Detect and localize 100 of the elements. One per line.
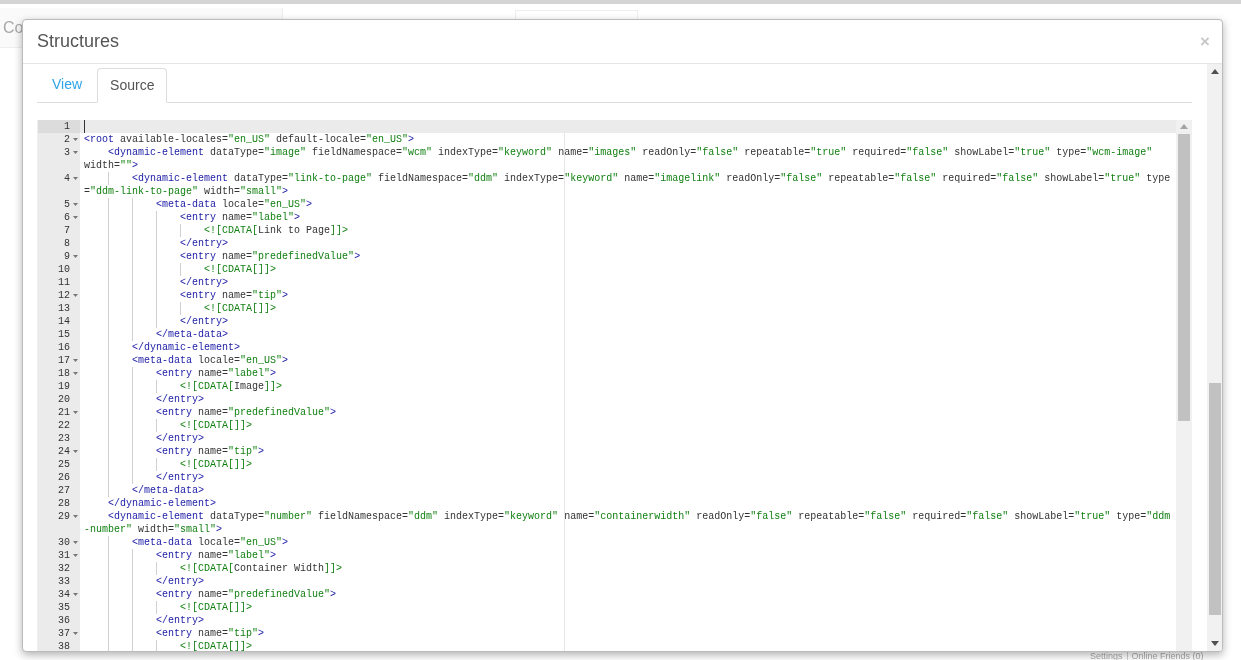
line-number: 9 [64, 250, 70, 263]
line-number: 21 [58, 406, 70, 419]
footer-link[interactable]: Settings [1090, 652, 1123, 660]
line-number: 28 [58, 497, 70, 510]
code-line: <dynamic-element dataType="image" fieldNamespace="wcm" indexType="keyword" name="images" readOnly="false" repeatable="true" required="false" showLabel="true" type="wcm-image" width=""> [83, 146, 1154, 172]
dialog-scrollbar[interactable] [1207, 64, 1222, 651]
code-line: <entry name="label"> [80, 211, 1176, 224]
line-number: 32 [58, 562, 70, 575]
code-line: <![CDATA[]]> [80, 601, 1176, 614]
line-number: 31 [58, 549, 70, 562]
line-number: 13 [58, 302, 70, 315]
code-line: <root available-locales="en_US" default-locale="en_US"> [83, 133, 416, 146]
code-line: <dynamic-element dataType="number" fieldNamespace="ddm" indexType="keyword" name="containerwidth" readOnly="false" repeatable="false" required="false" showLabel="true" type="ddm -number" width="small"> [83, 510, 1172, 536]
code-line: </entry> [80, 276, 1176, 289]
line-number: 24 [58, 445, 70, 458]
code-line: <meta-data locale="en_US"> [80, 536, 1176, 549]
fold-arrow-icon[interactable] [72, 203, 78, 206]
line-number: 11 [58, 276, 70, 289]
line-number: 18 [58, 367, 70, 380]
code-line: <entry name="label"> [80, 549, 1176, 562]
line-number: 5 [64, 198, 70, 211]
line-number: 25 [58, 458, 70, 471]
dialog-title: Structures [37, 30, 120, 53]
line-number: 4 [64, 172, 70, 185]
code-line: <entry name="tip"> [80, 627, 1176, 640]
scroll-thumb[interactable] [1208, 383, 1221, 615]
line-number: 20 [58, 393, 70, 406]
line-number: 27 [58, 484, 70, 497]
line-number: 16 [58, 341, 70, 354]
code-line: <dynamic-element dataType="link-to-page" fieldNamespace="ddm" indexType="keyword" name="imagelink" readOnly="false" repeatable="false" required="false" showLabel="true" type ="ddm-link-to-page" width="small"> [83, 172, 1172, 198]
fold-arrow-icon[interactable] [72, 372, 78, 375]
line-number: 37 [58, 627, 70, 640]
fold-arrow-icon[interactable] [72, 294, 78, 297]
line-number: 7 [64, 224, 70, 237]
code-line: <entry name="predefinedValue"> [80, 250, 1176, 263]
fold-arrow-icon[interactable] [72, 216, 78, 219]
code-line: </dynamic-element> [80, 341, 1176, 354]
line-number: 22 [58, 419, 70, 432]
fold-arrow-icon[interactable] [72, 255, 78, 258]
line-number: 3 [64, 146, 70, 159]
fold-arrow-icon[interactable] [72, 593, 78, 596]
line-number: 35 [58, 601, 70, 614]
code-line: <entry name="label"> [80, 367, 1176, 380]
line-number: 29 [58, 510, 70, 523]
code-line: <![CDATA[]]> [80, 302, 1176, 315]
line-number: 36 [58, 614, 70, 627]
line-number: 19 [58, 380, 70, 393]
code-line: <![CDATA[]]> [80, 419, 1176, 432]
line-number: 10 [58, 263, 70, 276]
code-line: <entry name="predefinedValue"> [80, 588, 1176, 601]
code-line: <![CDATA[Link to Page]]> [80, 224, 1176, 237]
fold-arrow-icon[interactable] [72, 632, 78, 635]
code-line: </entry> [80, 575, 1176, 588]
fold-arrow-icon[interactable] [72, 411, 78, 414]
line-number: 34 [58, 588, 70, 601]
scroll-thumb[interactable] [1178, 134, 1190, 421]
fold-arrow-icon[interactable] [72, 515, 78, 518]
code-line: </entry> [80, 432, 1176, 445]
tab[interactable]: View [37, 67, 98, 102]
code-line: <meta-data locale="en_US"> [80, 354, 1176, 367]
line-number: 1 [64, 120, 70, 133]
scroll-up-icon[interactable] [1210, 69, 1219, 74]
code-line: </entry> [80, 237, 1176, 250]
fold-arrow-icon[interactable] [72, 138, 78, 141]
code-line: <![CDATA[Image]]> [80, 380, 1176, 393]
line-number: 6 [64, 211, 70, 224]
code-line: <![CDATA[]]> [80, 458, 1176, 471]
code-line: <![CDATA[Container Width]]> [80, 562, 1176, 575]
code-line: <entry name="predefinedValue"> [80, 406, 1176, 419]
code-line: <entry name="tip"> [80, 289, 1176, 302]
close-button[interactable]: × [1200, 33, 1210, 50]
footer-link[interactable]: Online Friends (0) [1131, 652, 1204, 660]
code-line: <entry name="tip"> [80, 445, 1176, 458]
code-line: </entry> [80, 393, 1176, 406]
scroll-down-icon[interactable] [1210, 641, 1219, 646]
code-line: </meta-data> [80, 484, 1176, 497]
fold-arrow-icon[interactable] [72, 151, 78, 154]
line-number: 30 [58, 536, 70, 549]
line-number: 15 [58, 328, 70, 341]
line-number: 17 [58, 354, 70, 367]
line-number: 23 [58, 432, 70, 445]
code-line: <meta-data locale="en_US"> [80, 198, 1176, 211]
code-line: </entry> [80, 614, 1176, 627]
fold-arrow-icon[interactable] [72, 177, 78, 180]
tab[interactable]: Source [97, 68, 168, 103]
fold-arrow-icon[interactable] [72, 554, 78, 557]
fold-arrow-icon[interactable] [72, 450, 78, 453]
fold-arrow-icon[interactable] [72, 359, 78, 362]
fold-arrow-icon[interactable] [72, 541, 78, 544]
code-line: </dynamic-element> [107, 497, 218, 510]
line-number: 33 [58, 575, 70, 588]
code-line: </entry> [80, 471, 1176, 484]
code-line: </meta-data> [80, 328, 1176, 341]
line-number: 8 [64, 237, 70, 250]
code-line: <![CDATA[]]> [80, 640, 1176, 651]
line-number: 14 [58, 315, 70, 328]
code-line: </entry> [80, 315, 1176, 328]
line-number: 38 [58, 640, 70, 651]
line-number: 26 [58, 471, 70, 484]
editor-scrollbar[interactable] [1176, 120, 1192, 651]
